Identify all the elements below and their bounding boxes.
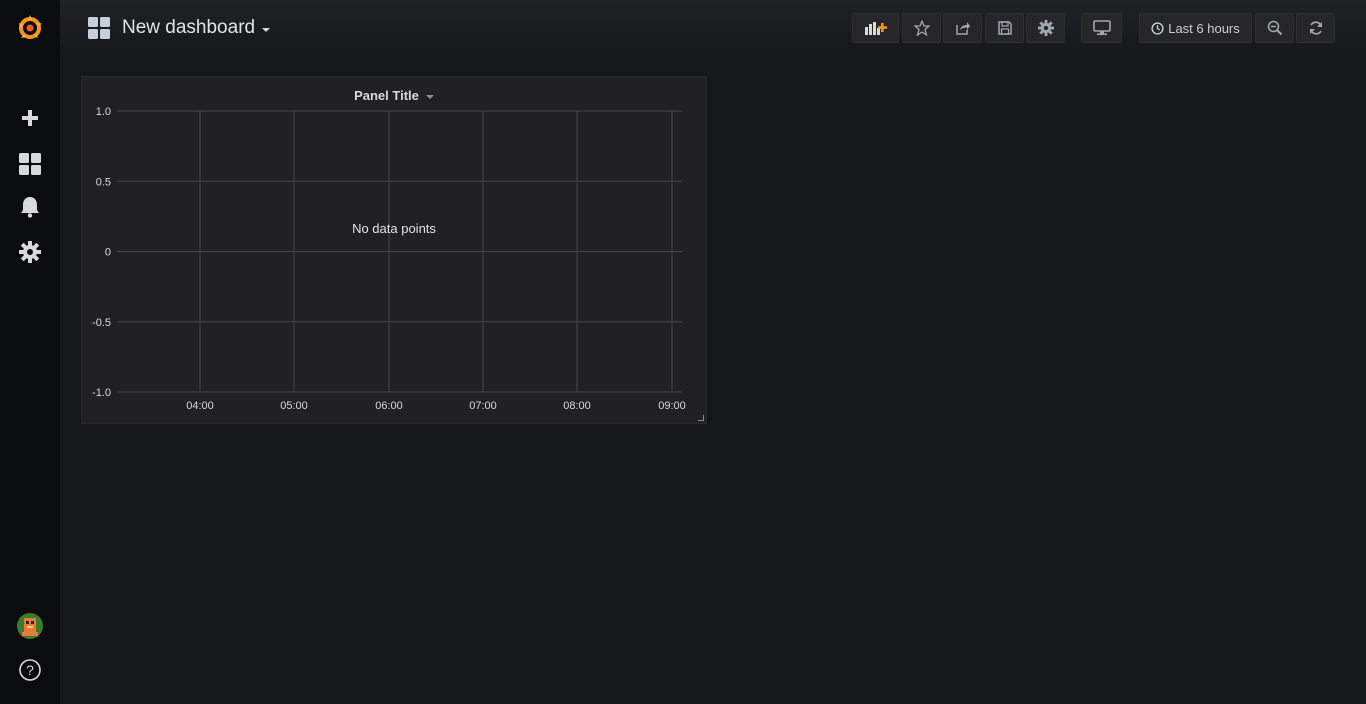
plus-icon[interactable] (0, 98, 60, 138)
settings-button[interactable] (1026, 13, 1065, 43)
x-tick-label: 09:00 (658, 400, 686, 412)
panel-resize-handle[interactable] (698, 415, 704, 421)
refresh-button[interactable] (1296, 13, 1335, 43)
chevron-down-icon (262, 27, 271, 32)
save-icon (997, 21, 1012, 35)
grafana-logo-icon[interactable] (0, 8, 60, 48)
x-tick-label: 06:00 (375, 400, 403, 412)
save-button[interactable] (985, 13, 1024, 43)
dashboard-title: New dashboard (122, 17, 256, 38)
top-navbar: New dashboard Last 6 hours (60, 0, 1366, 56)
share-button[interactable] (943, 13, 982, 43)
help-icon[interactable]: ? (0, 650, 60, 690)
graph-panel[interactable]: 1.0 0.5 0 -0.5 -1.0 04:00 05:00 06:00 07:00 08:0… (81, 76, 707, 424)
no-data-message: No data points (352, 221, 436, 236)
star-button[interactable] (902, 13, 941, 43)
share-icon (955, 22, 970, 35)
add-panel-button[interactable] (852, 13, 899, 43)
refresh-icon (1309, 21, 1322, 35)
x-tick-label: 05:00 (280, 400, 308, 412)
bell-icon[interactable] (0, 187, 60, 227)
zoom-out-icon (1267, 20, 1282, 36)
settings-icon (1037, 20, 1054, 36)
dashboard-title-dropdown[interactable]: New dashboard (88, 14, 271, 42)
y-tick-label: 0 (105, 247, 111, 259)
graph-chart: 1.0 0.5 0 -0.5 -1.0 04:00 05:00 06:00 07:00 08:0… (92, 106, 686, 412)
zoom-out-button[interactable] (1255, 13, 1294, 43)
chevron-down-icon (425, 94, 434, 99)
star-icon (913, 20, 930, 36)
x-tick-label: 07:00 (469, 400, 497, 412)
gear-icon[interactable] (0, 232, 60, 272)
clock-icon (1151, 21, 1164, 35)
user-avatar[interactable] (0, 606, 60, 646)
dashboards-icon (88, 17, 110, 39)
dashboards-icon[interactable] (0, 144, 60, 184)
add-panel-icon (864, 22, 887, 35)
y-tick-label: -1.0 (92, 387, 111, 399)
panel-title-dropdown[interactable]: Panel Title (82, 83, 706, 107)
tv-monitor-icon (1092, 20, 1111, 36)
y-tick-label: -0.5 (92, 317, 111, 329)
y-tick-label: 0.5 (96, 176, 111, 188)
x-tick-label: 08:00 (563, 400, 591, 412)
tv-mode-button[interactable] (1081, 13, 1122, 43)
x-tick-label: 04:00 (186, 400, 214, 412)
time-range-picker[interactable]: Last 6 hours (1139, 13, 1252, 43)
time-range-label: Last 6 hours (1168, 20, 1240, 36)
panel-title: Panel Title (354, 87, 419, 103)
svg-text:?: ? (26, 662, 34, 678)
y-tick-label: 1.0 (96, 106, 111, 118)
sidebar: ? (0, 0, 60, 704)
